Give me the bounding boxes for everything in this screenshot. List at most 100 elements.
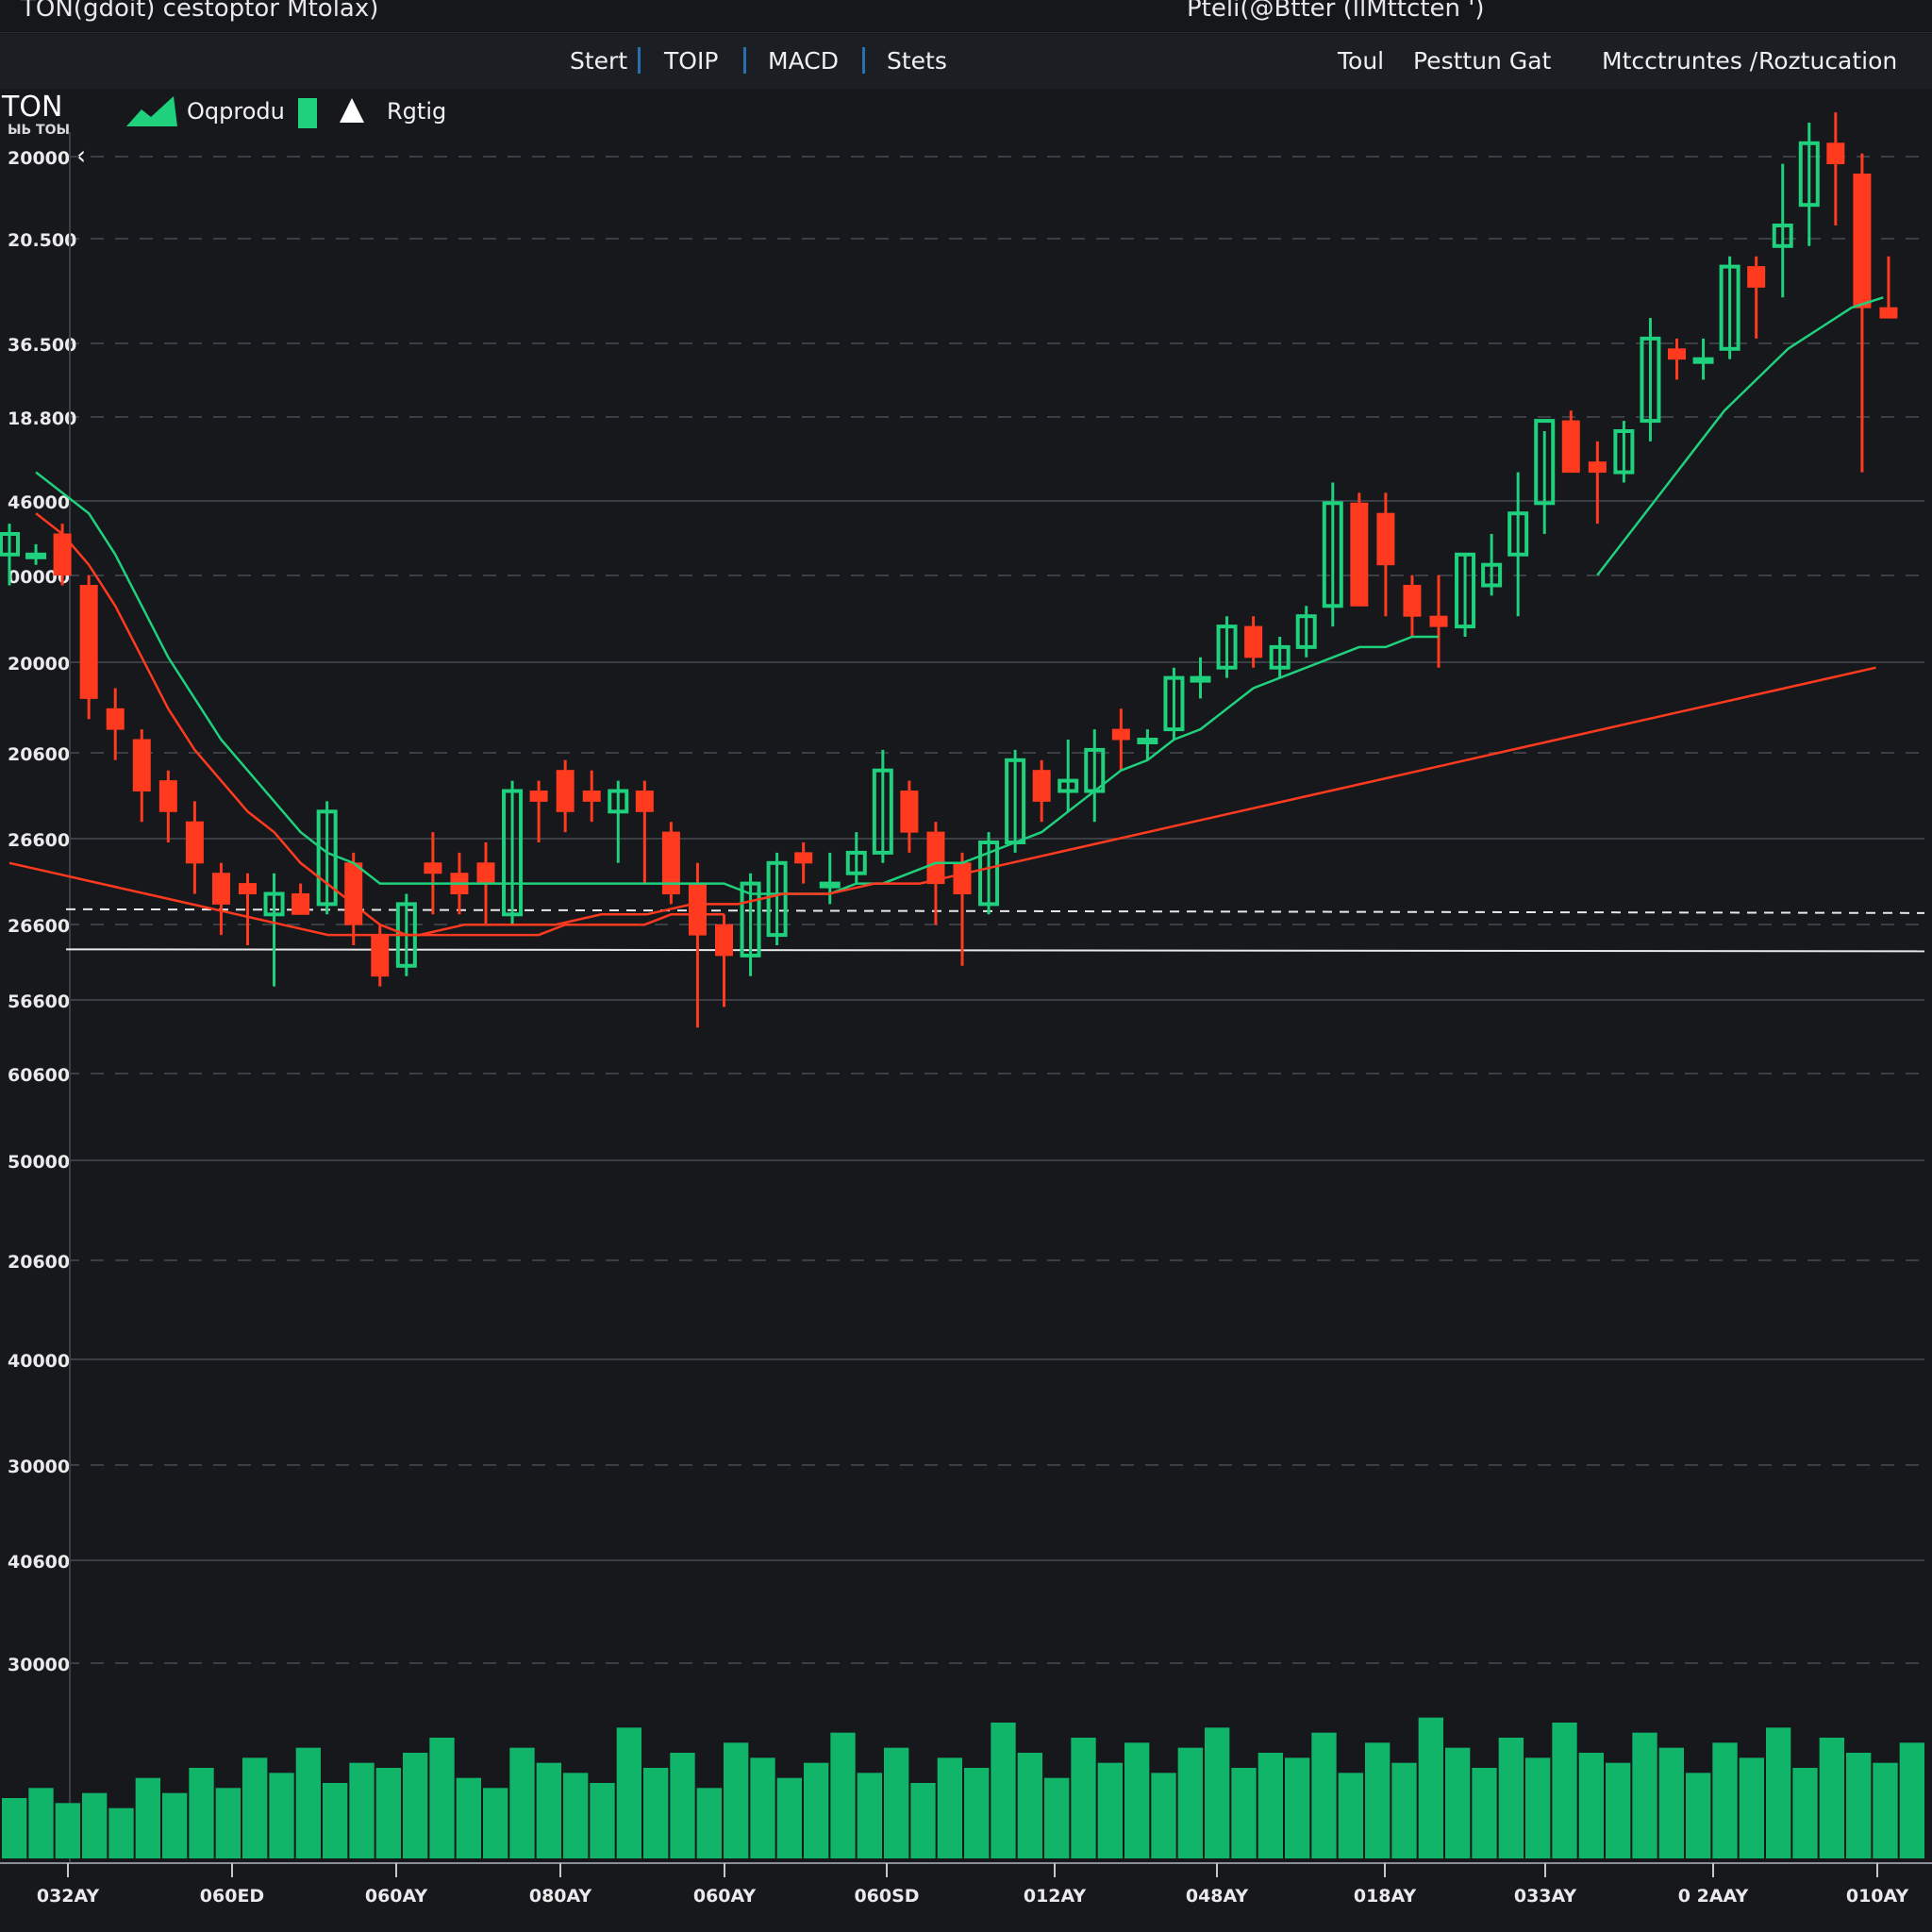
x-tick-label: 080AY (529, 1886, 592, 1907)
volume-bar (1712, 1742, 1738, 1858)
moving-average-green (35, 471, 1439, 895)
volume-bar (403, 1753, 428, 1858)
x-tick-label: 033AY (1514, 1886, 1577, 1907)
volume-bar (563, 1773, 589, 1858)
candle-up (1190, 675, 1211, 683)
x-tick-label: 048AY (1186, 1886, 1249, 1907)
y-tick-label: 26600 (8, 916, 70, 937)
volume-bar (2, 1798, 27, 1858)
candle-down (79, 585, 98, 699)
volume-bar (1498, 1738, 1524, 1858)
y-tick-label: 30000 (8, 1457, 70, 1477)
volume-bar (857, 1773, 882, 1858)
volume-bar (1846, 1753, 1872, 1858)
volume-bar (643, 1768, 669, 1858)
volume-bar (1873, 1762, 1898, 1858)
volume-bar (509, 1747, 535, 1858)
volume-bar (884, 1747, 909, 1858)
volume-bar (55, 1803, 80, 1858)
volume-bar (82, 1792, 108, 1858)
candlestick-chart[interactable]: 2000020.50036.50018.80046000000002000020… (0, 0, 1932, 1932)
y-tick-label: 20600 (8, 744, 70, 765)
y-tick-label: 20.500 (8, 230, 76, 251)
volume-bar (1338, 1773, 1363, 1858)
volume-bar (536, 1762, 561, 1858)
volume-bar (724, 1742, 749, 1858)
candle-up (1137, 738, 1158, 744)
candle-down (635, 791, 654, 812)
volume-bar (295, 1747, 321, 1858)
volume-bar (1365, 1742, 1391, 1858)
volume-bar (349, 1762, 375, 1858)
volume-bar (1205, 1727, 1230, 1858)
volume-bar (1044, 1777, 1070, 1858)
volume-bar (1606, 1762, 1631, 1858)
candle-down (1826, 142, 1845, 165)
candle-up (25, 552, 47, 559)
y-tick-label: 30000 (8, 1655, 70, 1675)
volume-bar (804, 1762, 829, 1858)
y-tick-label: 50000 (8, 1152, 70, 1173)
x-tick-label: 060ED (200, 1886, 264, 1907)
volume-bar (1071, 1738, 1096, 1858)
x-tick-label: 012AY (1024, 1886, 1087, 1907)
volume-bar (1124, 1742, 1150, 1858)
volume-bar (28, 1788, 54, 1858)
candle-down (185, 821, 204, 864)
moving-average-red-short (35, 512, 724, 937)
volume-bar (1017, 1753, 1042, 1858)
candle-down (371, 934, 390, 977)
volume-bar (1658, 1747, 1684, 1858)
candle-down (582, 791, 601, 802)
volume-bar (1819, 1738, 1844, 1858)
candle-down (1032, 770, 1051, 802)
volume-bar (937, 1757, 962, 1858)
volume-bar (750, 1757, 775, 1858)
candle-down (1668, 348, 1686, 360)
volume-bar (1418, 1717, 1443, 1858)
y-tick-label: 26600 (8, 830, 70, 851)
volume-bar (964, 1768, 990, 1858)
candle-down (344, 862, 363, 925)
candle-down (106, 708, 125, 730)
volume-bar (135, 1777, 160, 1858)
volume-bar (830, 1732, 856, 1858)
candle-down (794, 852, 813, 864)
x-tick-label: 0 2AAY (1678, 1886, 1749, 1907)
support-line-solid (65, 948, 1925, 953)
x-tick-label: 060SD (854, 1886, 919, 1907)
volume-bar (1766, 1727, 1791, 1858)
candle-down (239, 883, 257, 894)
volume-bar (1097, 1762, 1123, 1858)
candle-down (688, 883, 707, 936)
volume-bar (1257, 1753, 1283, 1858)
volume-bar (215, 1788, 241, 1858)
volume-bar (375, 1768, 401, 1858)
candle-down (900, 791, 919, 833)
volume-bar (910, 1783, 936, 1858)
candle-down (158, 780, 177, 812)
volume-bar (1632, 1732, 1657, 1858)
candle-down (529, 791, 548, 802)
volume-bar (1285, 1757, 1310, 1858)
y-tick-label: 56600 (8, 991, 70, 1012)
volume-bar (590, 1783, 615, 1858)
volume-bar (1686, 1773, 1711, 1858)
candle-down (1244, 625, 1263, 658)
y-tick-label: 60600 (8, 1065, 70, 1086)
candle-up (1692, 357, 1714, 364)
candle-down (1561, 420, 1580, 474)
candle-down (1588, 461, 1607, 474)
candle-down (132, 739, 151, 791)
volume-bar (242, 1757, 268, 1858)
y-tick-label: 20000 (8, 654, 70, 675)
moving-average-red-long (8, 666, 1876, 937)
candle-down (291, 893, 310, 915)
y-tick-label: 46000 (8, 492, 70, 513)
y-tick-label: 40600 (8, 1552, 70, 1573)
volume-bar (483, 1788, 508, 1858)
x-tick-label: 010AY (1846, 1886, 1909, 1907)
volume-bar (429, 1738, 455, 1858)
volume-bar (1739, 1757, 1764, 1858)
x-tick-label: 018AY (1354, 1886, 1417, 1907)
